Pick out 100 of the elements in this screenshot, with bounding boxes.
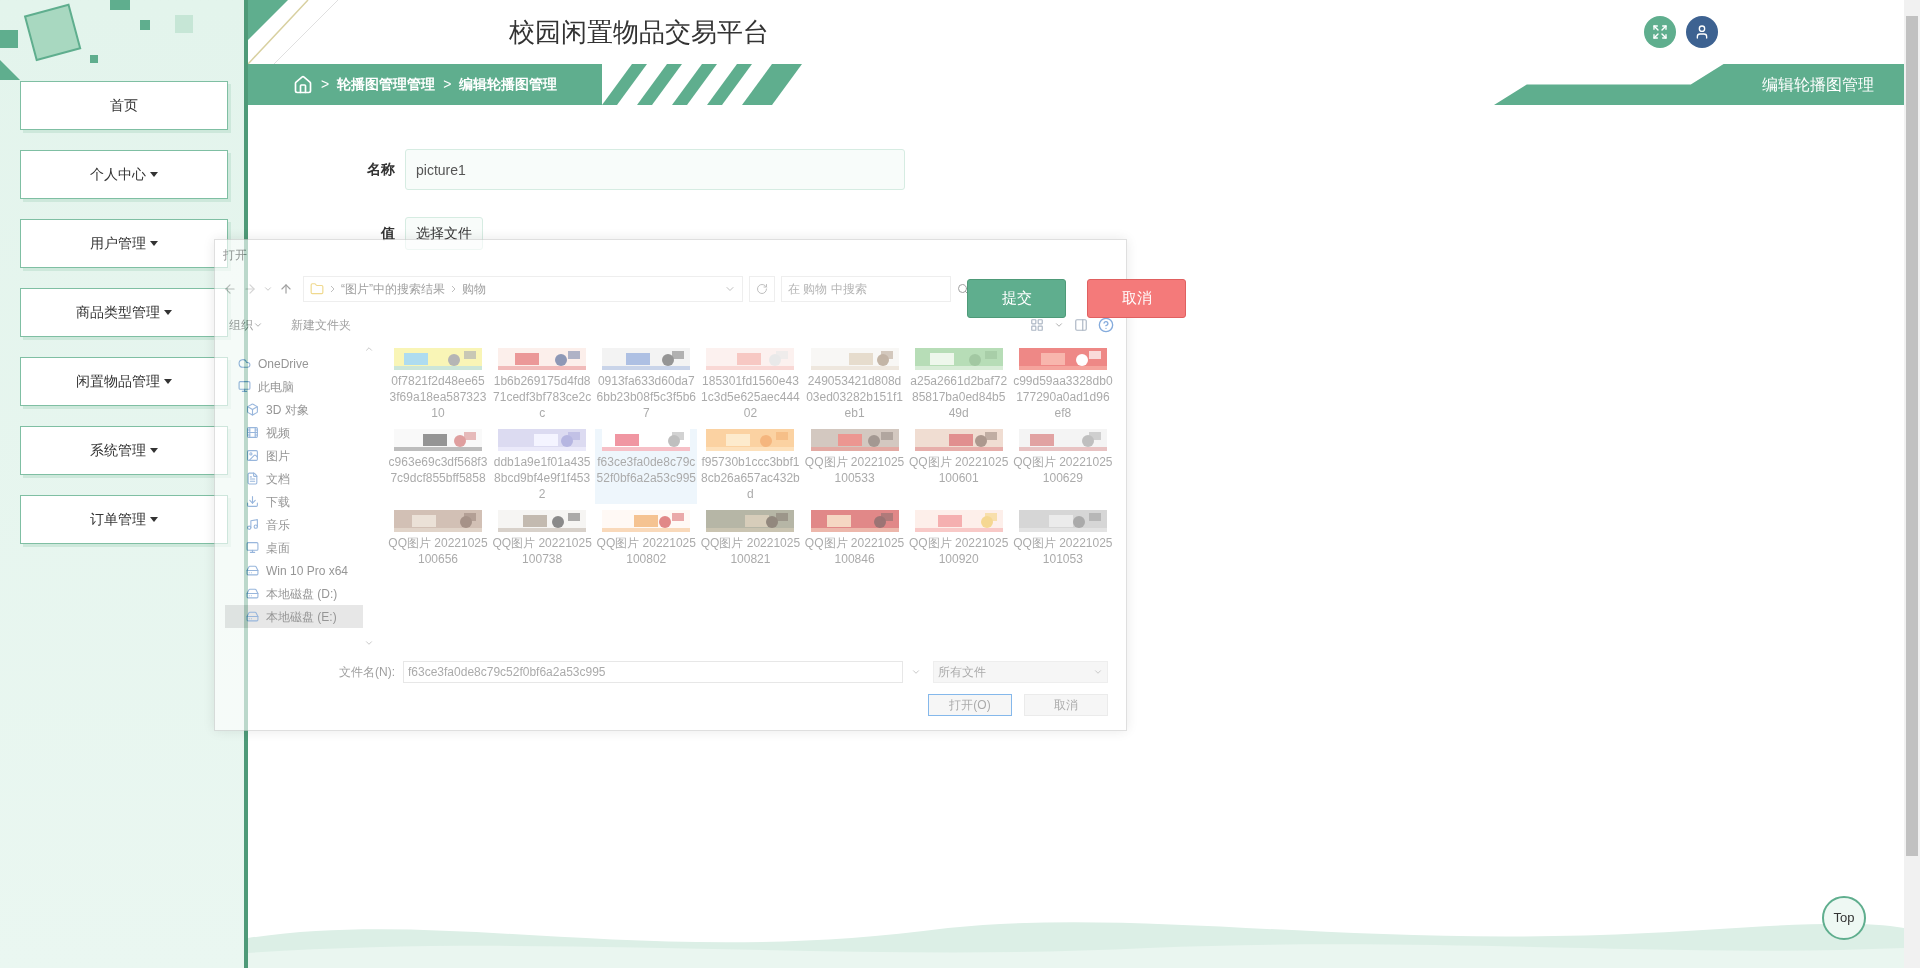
file-name: QQ图片 20221025100821	[700, 535, 801, 567]
search-field[interactable]: 在 购物 中搜索	[781, 276, 951, 302]
open-button[interactable]: 打开(O)	[928, 694, 1012, 716]
caret-icon[interactable]	[1054, 320, 1064, 330]
back-icon[interactable]	[223, 282, 237, 296]
breadcrumb-link[interactable]: 编辑轮播图管理	[459, 74, 558, 95]
field-label: 值	[380, 224, 396, 243]
file-item[interactable]: 0913fa633d60da76bb23b08f5c3f5b67	[595, 348, 698, 423]
nav-item[interactable]: 文档	[225, 467, 363, 490]
file-item[interactable]: c963e69c3df568f37c9dcf855bff5858	[387, 429, 489, 504]
name-field[interactable]: picture1	[405, 149, 905, 190]
preview-pane-icon[interactable]	[1074, 318, 1088, 332]
file-name: 249053421d808d03ed03282b151f1eb1	[805, 373, 904, 421]
nav-item[interactable]: 3D 对象	[225, 398, 363, 421]
new-folder-button[interactable]: 新建文件夹	[291, 316, 351, 334]
filename-field[interactable]: f63ce3fa0de8c79c52f0bf6a2a53c995	[403, 661, 903, 683]
up-icon[interactable]	[279, 282, 293, 296]
back-to-top-button[interactable]: Top	[1822, 896, 1866, 940]
view-icon[interactable]	[1030, 318, 1044, 332]
nav-item[interactable]: 视频	[225, 421, 363, 444]
file-item[interactable]: QQ图片 20221025100738	[491, 510, 594, 569]
file-name: QQ图片 20221025100738	[492, 535, 593, 567]
home-icon[interactable]	[293, 74, 313, 95]
file-item[interactable]: f63ce3fa0de8c79c52f0bf6a2a53c995	[595, 429, 698, 504]
file-name: QQ图片 20221025100629	[1012, 454, 1113, 486]
file-name: f63ce3fa0de8c79c52f0bf6a2a53c995	[596, 454, 697, 486]
submit-button[interactable]: 提交	[967, 279, 1066, 318]
file-item[interactable]: c99d59aa3328db0177290a0ad1d96ef8	[1011, 348, 1114, 423]
file-item[interactable]: QQ图片 20221025100802	[595, 510, 698, 569]
cube-icon	[245, 402, 260, 417]
nav-item[interactable]: 此电脑	[225, 375, 363, 398]
cancel-button[interactable]: 取消	[1087, 279, 1186, 318]
file-name: f95730b1ccc3bbf18cb26a657ac432bd	[700, 454, 801, 502]
file-name: QQ图片 20221025101053	[1012, 535, 1113, 567]
download-icon	[245, 494, 260, 509]
nav-label: 图片	[266, 447, 290, 465]
nav-item[interactable]: 下载	[225, 490, 363, 513]
nav-label: 音乐	[266, 516, 290, 534]
sidebar-menu-item[interactable]: 首页	[20, 81, 228, 130]
path-segment[interactable]: 购物	[462, 280, 486, 298]
sidebar-menu-item[interactable]: 商品类型管理	[20, 288, 228, 337]
file-item[interactable]: QQ图片 20221025101053	[1011, 510, 1114, 569]
cancel-button[interactable]: 取消	[1024, 694, 1108, 716]
nav-label: 桌面	[266, 539, 290, 557]
file-item[interactable]: f95730b1ccc3bbf18cb26a657ac432bd	[699, 429, 802, 504]
nav-label: Win 10 Pro x64	[266, 562, 349, 580]
nav-item[interactable]: 本地磁盘 (D:)	[225, 582, 363, 605]
breadcrumb-separator: >	[321, 75, 330, 94]
file-name: 0913fa633d60da76bb23b08f5c3f5b67	[596, 373, 697, 421]
sidebar-menu-item[interactable]: 系统管理	[20, 426, 228, 475]
file-item[interactable]: ddb1a9e1f01a4358bcd9bf4e9f1f4532	[491, 429, 594, 504]
refresh-button[interactable]	[749, 276, 775, 302]
user-button[interactable]	[1686, 16, 1718, 48]
chevron-down-icon[interactable]	[911, 667, 921, 677]
file-item[interactable]: a25a2661d2baf7285817ba0ed84b549d	[907, 348, 1010, 423]
nav-item[interactable]: 图片	[225, 444, 363, 467]
breadcrumb-link[interactable]: 轮播图管理管理	[337, 74, 436, 95]
sidebar-menu-item[interactable]: 闲置物品管理	[20, 357, 228, 406]
forward-icon[interactable]	[243, 282, 257, 296]
field-label: 名称	[366, 160, 396, 179]
file-item[interactable]: 249053421d808d03ed03282b151f1eb1	[803, 348, 906, 423]
file-type-select[interactable]: 所有文件	[933, 661, 1108, 683]
nav-item[interactable]: 桌面	[225, 536, 363, 559]
address-bar[interactable]: “图片”中的搜索结果 购物	[303, 276, 743, 302]
chevron-down-icon[interactable]	[263, 284, 273, 294]
file-item[interactable]: 185301fd1560e431c3d5e625aec44402	[699, 348, 802, 423]
organize-menu[interactable]: 组织	[229, 316, 263, 334]
file-item[interactable]: QQ图片 20221025100656	[387, 510, 489, 569]
nav-label: 下载	[266, 493, 290, 511]
file-item[interactable]: QQ图片 20221025100601	[907, 429, 1010, 504]
image-icon	[245, 448, 260, 463]
monitor-icon	[237, 379, 252, 394]
monitor-icon	[245, 540, 260, 555]
path-segment[interactable]: “图片”中的搜索结果	[341, 280, 445, 298]
nav-item[interactable]: OneDrive	[225, 352, 363, 375]
user-icon	[1694, 24, 1710, 40]
file-item[interactable]: QQ图片 20221025100533	[803, 429, 906, 504]
file-item[interactable]: 0f7821f2d48ee653f69a18ea58732310	[387, 348, 489, 423]
filename-label: 文件名(N):	[339, 664, 395, 681]
nav-item[interactable]: 音乐	[225, 513, 363, 536]
nav-item[interactable]: 本地磁盘 (E:)	[225, 605, 363, 628]
sidebar-menu-item[interactable]: 订单管理	[20, 495, 228, 544]
nav-label: 此电脑	[258, 378, 294, 396]
fullscreen-button[interactable]	[1644, 16, 1676, 48]
cloud-icon	[237, 356, 252, 371]
scroll-up-icon[interactable]	[364, 344, 374, 354]
nav-item[interactable]: Win 10 Pro x64	[225, 559, 363, 582]
scroll-down-icon[interactable]	[364, 638, 374, 648]
file-item[interactable]: QQ图片 20221025100920	[907, 510, 1010, 569]
page-tag-text: 编辑轮播图管理	[1762, 74, 1874, 95]
search-icon[interactable]	[957, 283, 969, 295]
file-item[interactable]: 1b6b269175d4fd871cedf3bf783ce2cc	[491, 348, 594, 423]
file-item[interactable]: QQ图片 20221025100821	[699, 510, 802, 569]
choose-file-button[interactable]: 选择文件	[405, 217, 483, 250]
sidebar-menu-item[interactable]: 个人中心	[20, 150, 228, 199]
scrollbar[interactable]	[1904, 0, 1920, 968]
help-icon[interactable]	[1098, 317, 1114, 333]
file-item[interactable]: QQ图片 20221025100629	[1011, 429, 1114, 504]
file-item[interactable]: QQ图片 20221025100846	[803, 510, 906, 569]
file-name: QQ图片 20221025100920	[908, 535, 1009, 567]
